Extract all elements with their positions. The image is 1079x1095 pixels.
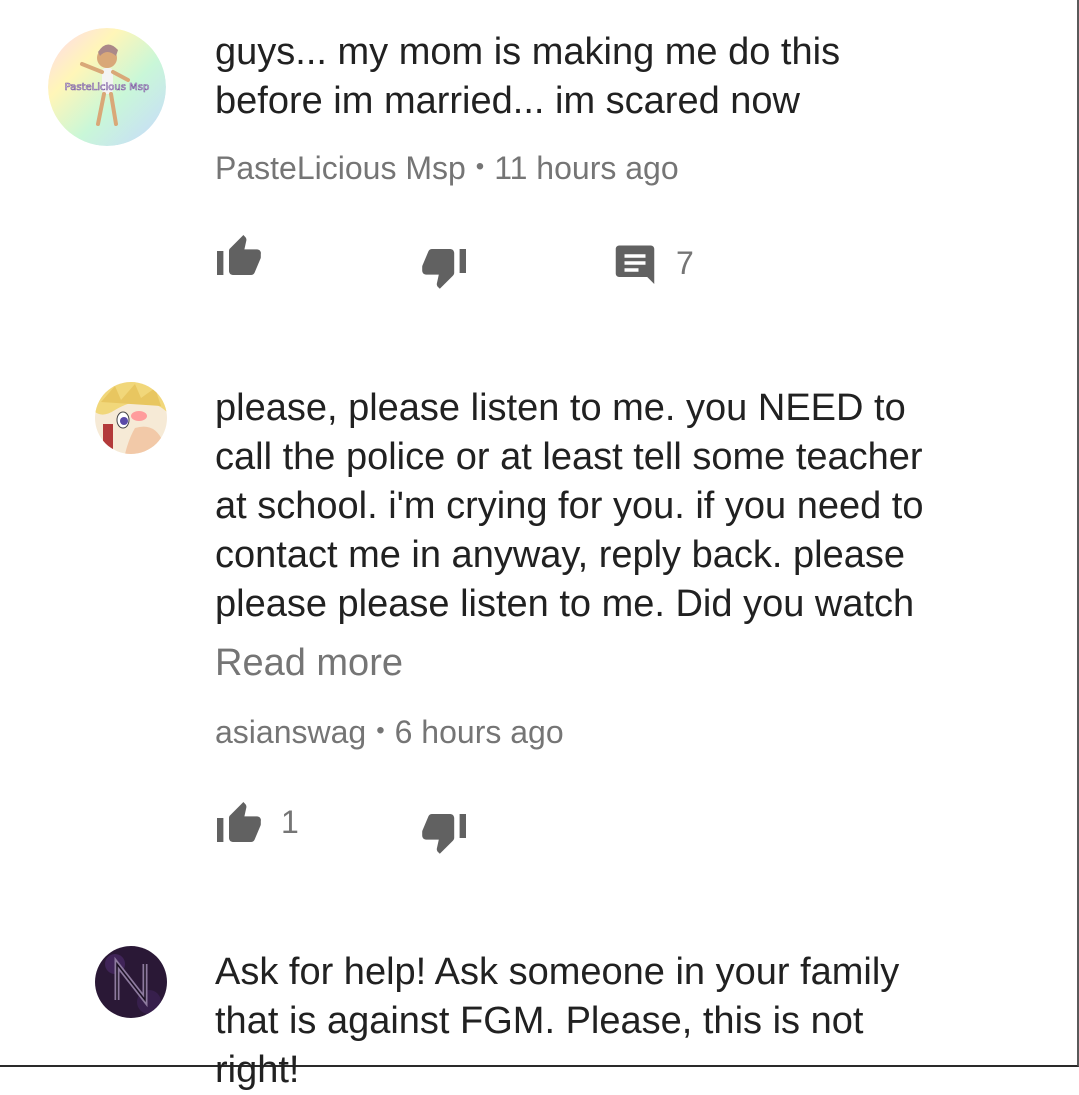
dislike-button[interactable] — [420, 247, 468, 291]
comment-time: 6 hours ago — [394, 714, 564, 750]
thumbs-up-icon — [215, 800, 263, 844]
comment-text: guys... my mom is making me do this befo… — [215, 31, 841, 122]
comment-text: Ask for help! Ask someone in your family… — [215, 951, 900, 1091]
like-button[interactable]: 1 — [215, 800, 299, 844]
meta-separator: • — [376, 717, 385, 744]
reply-button[interactable]: 7 — [614, 242, 694, 284]
avatar[interactable] — [95, 382, 167, 454]
avatar[interactable] — [95, 946, 167, 1018]
dislike-button[interactable] — [420, 812, 468, 856]
comment-author[interactable]: PasteLicious Msp — [215, 150, 466, 186]
read-more-link[interactable]: Read more — [215, 642, 403, 685]
reply-count: 7 — [676, 244, 694, 281]
like-button[interactable] — [215, 233, 263, 277]
like-count: 1 — [281, 803, 299, 840]
comment-icon — [614, 242, 656, 284]
comment-meta: asianswag • 6 hours ago — [215, 714, 564, 751]
comment-item: PasteLicious Msp guys... my mom is makin… — [0, 0, 1075, 330]
comment-author[interactable]: asianswag — [215, 714, 366, 750]
avatar[interactable]: PasteLicious Msp — [48, 28, 166, 146]
comment-time: 11 hours ago — [494, 150, 679, 186]
thumbs-down-icon — [420, 247, 468, 291]
meta-separator: • — [475, 153, 485, 180]
thumbs-up-icon — [215, 233, 263, 277]
comment-text: please, please listen to me. you NEED to… — [215, 387, 924, 625]
thumbs-down-icon — [420, 812, 468, 856]
comment-meta: PasteLicious Msp • 11 hours ago — [215, 150, 679, 187]
avatar-logo-text: PasteLicious Msp — [65, 82, 150, 93]
